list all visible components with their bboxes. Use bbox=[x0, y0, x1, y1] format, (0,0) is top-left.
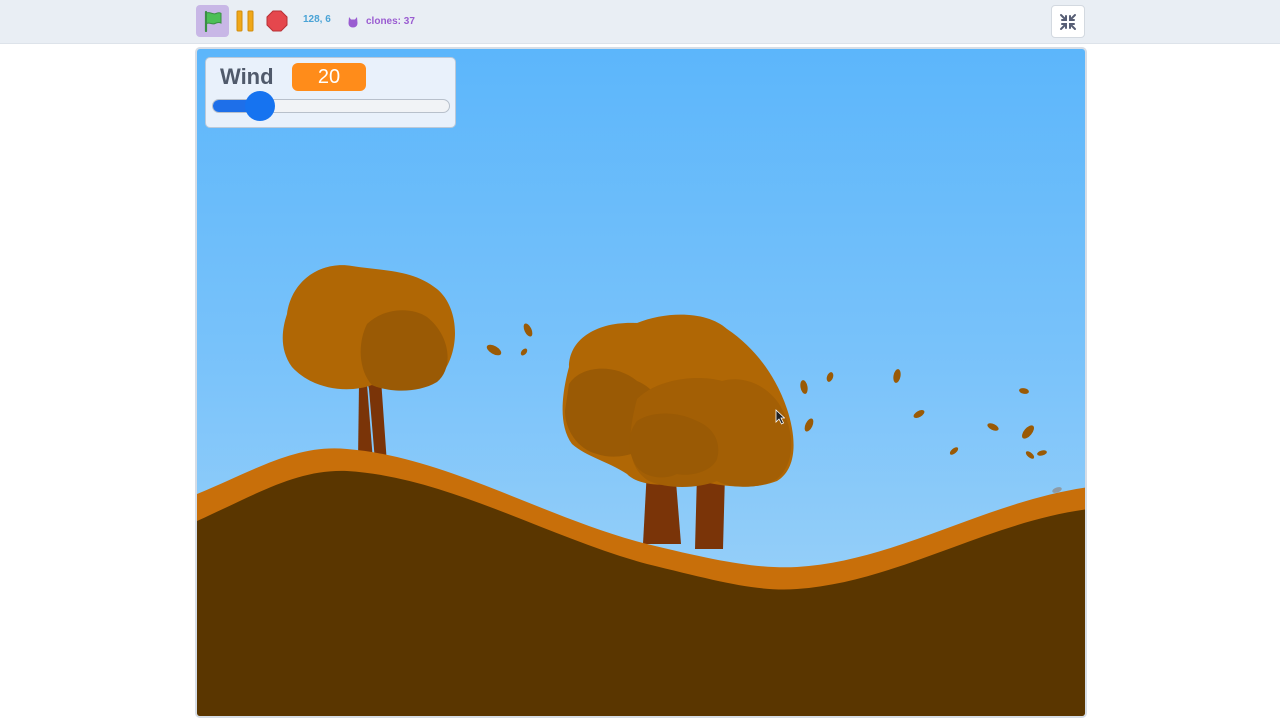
clone-counter: clones: 37 bbox=[347, 13, 415, 29]
tree-left bbox=[282, 265, 455, 464]
hill-soil bbox=[197, 470, 1085, 716]
wind-slider[interactable] bbox=[212, 91, 450, 121]
unfullscreen-icon bbox=[1060, 13, 1076, 30]
slider-thumb[interactable] bbox=[245, 91, 276, 121]
tree-middle bbox=[562, 314, 794, 549]
stage-scene bbox=[197, 265, 1085, 716]
stage[interactable]: Wind 20 bbox=[195, 47, 1087, 718]
green-flag-button[interactable] bbox=[196, 5, 229, 37]
clones-label: clones: 37 bbox=[366, 15, 415, 27]
player-toolbar: 128, 6 clones: 37 bbox=[0, 0, 1280, 44]
monitor-label: Wind bbox=[220, 64, 274, 89]
monitor-value: 20 bbox=[292, 63, 366, 91]
sprite-icon bbox=[348, 16, 358, 27]
pause-button[interactable] bbox=[230, 5, 260, 37]
stop-icon bbox=[266, 10, 288, 32]
wind-slider-monitor: Wind 20 bbox=[205, 57, 456, 128]
pause-icon bbox=[236, 10, 254, 32]
stop-button[interactable] bbox=[262, 5, 292, 37]
mouse-coordinates: 128, 6 bbox=[303, 14, 331, 25]
exit-fullscreen-button[interactable] bbox=[1051, 5, 1085, 38]
mouse-cursor-icon bbox=[775, 409, 785, 425]
green-flag-icon bbox=[204, 10, 221, 32]
